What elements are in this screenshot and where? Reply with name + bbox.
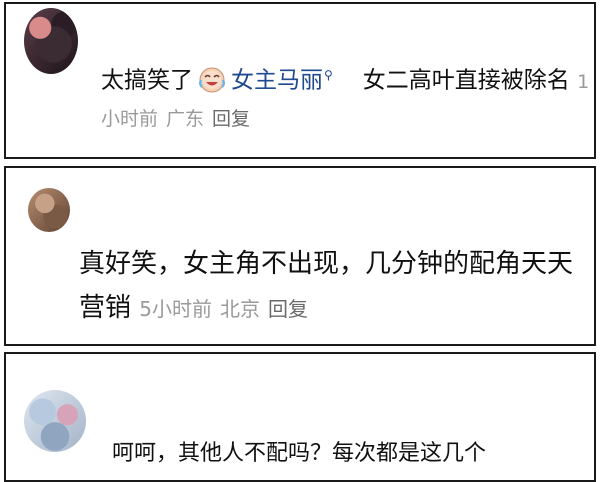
reply-button[interactable]: 回复 <box>212 108 250 130</box>
comment-location: 广东 <box>166 107 205 130</box>
reply-button[interactable]: 回复 <box>268 297 308 321</box>
laugh-cry-emoji-icon <box>197 64 227 94</box>
comment-text: 女二高叶直接被除名 <box>362 67 570 94</box>
avatar[interactable] <box>28 188 70 232</box>
comment-card: 呵呵，其他人不配吗？每次都是这几个 <box>4 352 596 482</box>
comment-content: 呵呵，其他人不配吗？每次都是这几个 <box>112 436 594 472</box>
comment-card: 太搞笑了 女主马丽⚲ 女二高叶直接被除名 1小时前 广东 回复 <box>4 2 596 159</box>
search-icon: ⚲ <box>324 68 333 82</box>
comment-text: 呵呵，其他人不配吗？每次都是这几个 <box>112 441 487 466</box>
comment-location: 北京 <box>220 297 261 321</box>
comment-text: 太搞笑了 <box>101 67 193 94</box>
avatar[interactable] <box>24 390 86 452</box>
comment-time: 5小时前 <box>139 297 213 321</box>
comment-content: 真好笑，女主角不出现，几分钟的配角天天营销 5小时前 北京 回复 <box>79 242 589 331</box>
mention-link[interactable]: 女主马丽 <box>231 68 323 94</box>
comment-meta: 5小时前 北京 回复 <box>139 297 316 321</box>
comment-content: 太搞笑了 女主马丽⚲ 女二高叶直接被除名 1小时前 广东 回复 <box>101 57 591 137</box>
avatar[interactable] <box>24 8 78 74</box>
comment-card: 真好笑，女主角不出现，几分钟的配角天天营销 5小时前 北京 回复 <box>4 166 596 346</box>
